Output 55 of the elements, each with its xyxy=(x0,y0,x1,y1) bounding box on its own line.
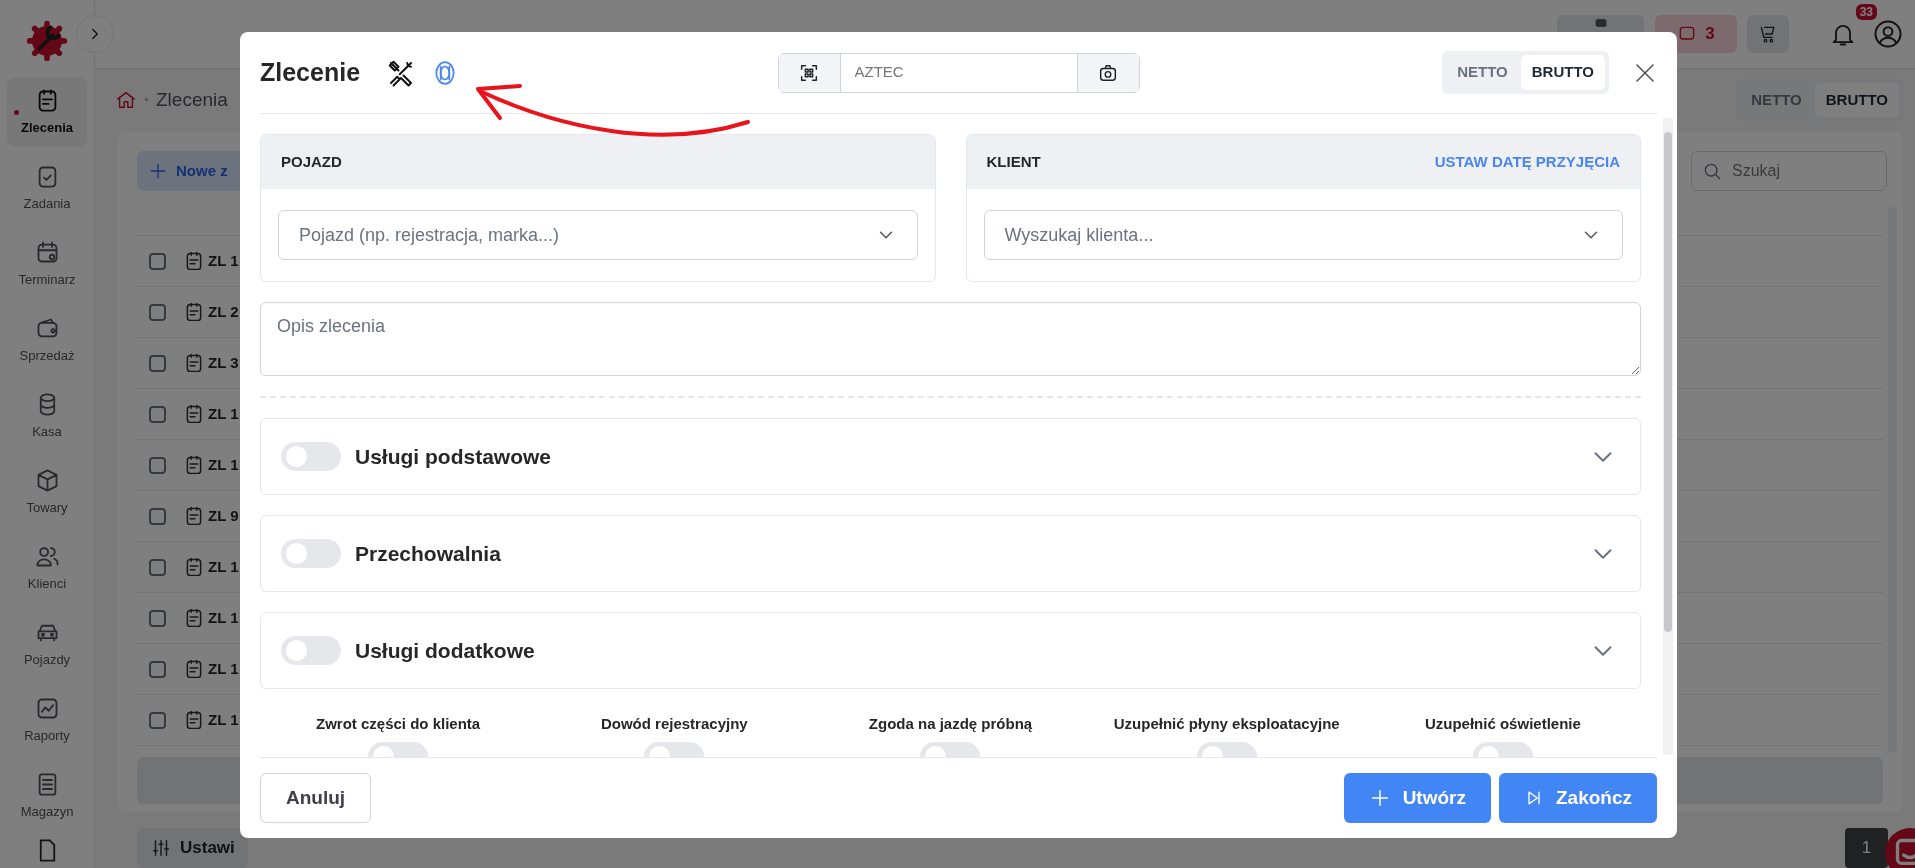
section-label: Przechowalnia xyxy=(355,540,502,567)
vehicle-select[interactable]: Pojazd (np. rejestracja, marka...) xyxy=(278,210,918,260)
option-label: Dowód rejestracyjny xyxy=(600,714,748,734)
section-panel[interactable]: Przechowalnia xyxy=(260,515,1641,592)
card-header-label: KLIENT xyxy=(986,151,1041,172)
option-label: Uzupełnić płyny eksploatacyjne xyxy=(1113,714,1340,734)
finish-button[interactable]: Zakończ xyxy=(1498,773,1657,823)
page-button[interactable]: 1 xyxy=(1845,828,1888,868)
order-number[interactable]: ZL 1 xyxy=(208,606,239,630)
sidebar-item[interactable]: Kasa xyxy=(7,381,87,451)
order-number[interactable]: ZL 3 xyxy=(208,351,239,375)
cancel-button[interactable]: Anuluj xyxy=(260,773,372,823)
client-select[interactable]: Wyszukaj klienta... xyxy=(983,210,1623,260)
sidebar-item[interactable]: Terminarz xyxy=(7,229,87,299)
section-label: Usługi dodatkowe xyxy=(355,637,536,664)
sidebar-item[interactable]: Raporty xyxy=(7,685,87,755)
notification-badge: 33 xyxy=(1855,3,1877,20)
select-placeholder: Wyszukaj klienta... xyxy=(1004,223,1154,247)
description-field[interactable]: Opis zlecenia xyxy=(260,302,1641,376)
option-label: Zwrot części do klienta xyxy=(316,714,481,734)
option-label: Uzupełnić oświetlenie xyxy=(1424,714,1581,734)
sidebar-item[interactable]: Sprzedaż xyxy=(7,305,87,375)
price-option[interactable]: NETTO xyxy=(1740,82,1813,118)
order-number[interactable]: ZL 2 xyxy=(208,300,239,324)
search-box[interactable]: Szukaj xyxy=(1691,151,1887,191)
settings-button[interactable]: Ustawi xyxy=(137,828,248,868)
section-label: Usługi podstawowe xyxy=(355,443,552,470)
scan-field[interactable]: AZTEC xyxy=(777,52,1140,93)
sidebar-item[interactable]: Towary xyxy=(7,457,87,527)
price-option[interactable]: NETTO xyxy=(1446,55,1519,90)
sidebar-item[interactable]: Magazyn xyxy=(7,761,87,831)
create-button[interactable]: Utwórz xyxy=(1343,773,1491,823)
price-toggle[interactable]: NETTO BRUTTO xyxy=(1442,51,1609,94)
breadcrumb-link[interactable]: Zlecenia xyxy=(156,85,228,115)
code-input[interactable]: AZTEC xyxy=(839,53,1078,92)
price-option[interactable]: BRUTTO xyxy=(1520,55,1605,90)
order-number[interactable]: ZL 1 xyxy=(208,708,239,732)
search-field[interactable]: Szukaj xyxy=(1730,158,1870,184)
order-number[interactable]: ZL 1 xyxy=(208,453,239,477)
price-option[interactable]: BRUTTO xyxy=(1814,82,1899,118)
order-number[interactable]: ZL 1 xyxy=(208,249,239,273)
modal-title: Zlecenie xyxy=(260,56,361,88)
section-panel[interactable]: Usługi dodatkowe xyxy=(260,612,1641,689)
section-panel[interactable]: Usługi podstawowe xyxy=(260,418,1641,495)
order-number[interactable]: ZL 1 xyxy=(208,555,239,579)
date-link[interactable]: USTAW DATĘ PRZYJĘCIA xyxy=(1434,150,1620,174)
select-placeholder: Pojazd (np. rejestracja, marka...) xyxy=(299,223,560,247)
sidebar-item[interactable]: Zlecenia xyxy=(7,77,87,147)
sidebar-item[interactable]: Zadania xyxy=(7,153,87,223)
order-number[interactable]: ZL 1 xyxy=(208,657,239,681)
option-label: Zgoda na jazdę próbną xyxy=(868,714,1033,734)
sidebar-item[interactable]: Klienci xyxy=(7,533,87,603)
order-number[interactable]: ZL 1 xyxy=(208,402,239,426)
order-number[interactable]: ZL 9 xyxy=(208,504,239,528)
sidebar-item[interactable]: Pojazdy xyxy=(7,609,87,679)
